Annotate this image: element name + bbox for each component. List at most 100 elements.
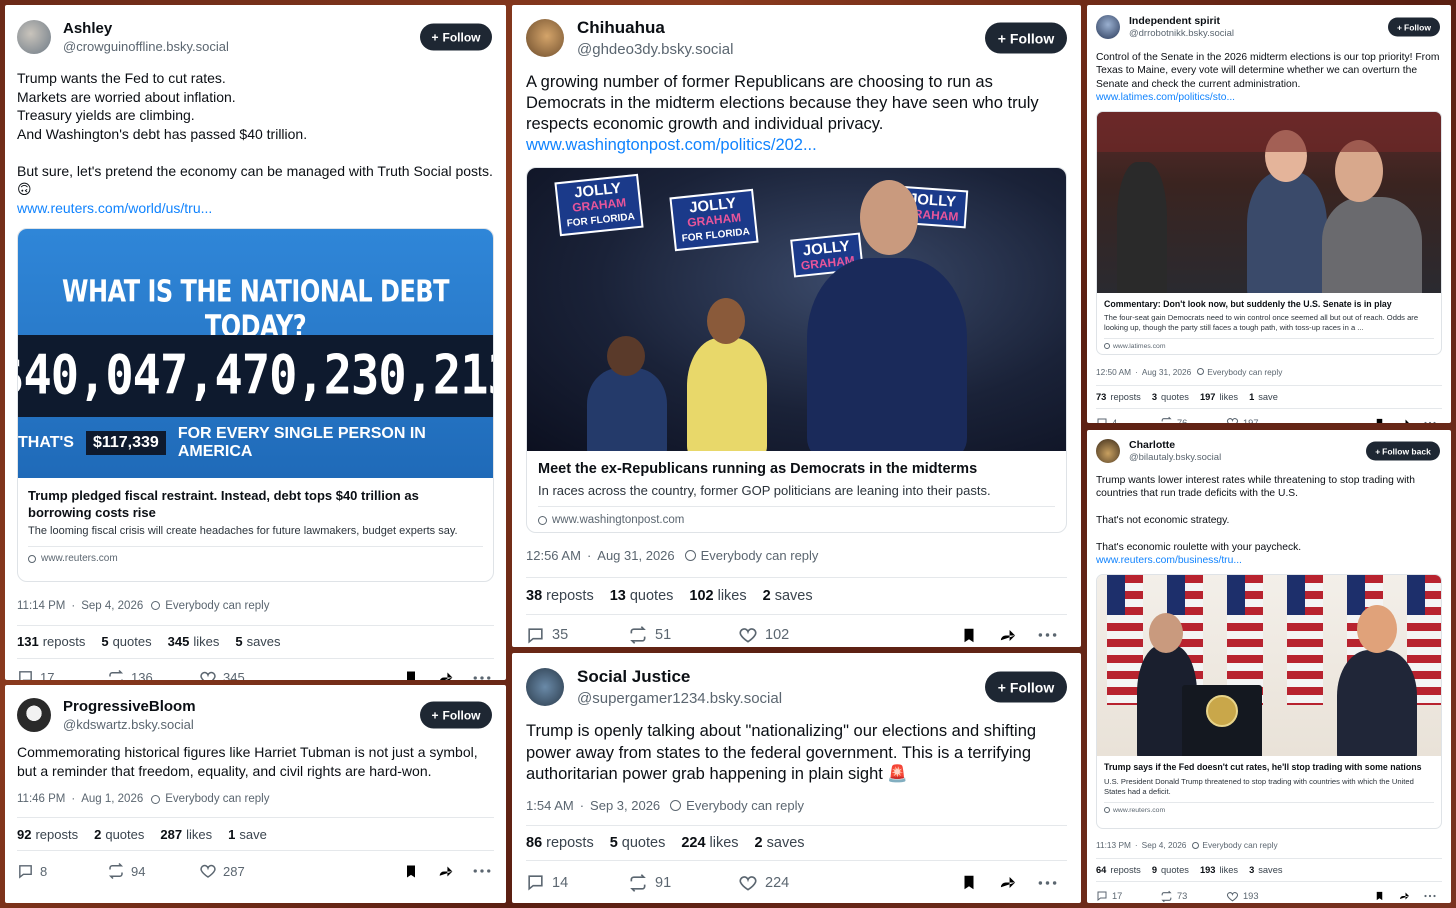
bookmark-icon[interactable]	[1374, 417, 1385, 423]
avatar[interactable]	[526, 668, 564, 706]
like-count[interactable]: 224 likes	[681, 835, 738, 851]
follow-button[interactable]: + Follow	[985, 22, 1067, 54]
like-button[interactable]: 224	[738, 873, 789, 893]
post-time[interactable]: 12:50 AM	[1096, 367, 1131, 377]
quote-count[interactable]: 13 quotes	[610, 588, 674, 604]
post-date[interactable]: Aug 31, 2026	[1142, 367, 1191, 377]
share-icon[interactable]	[998, 873, 1018, 892]
save-count[interactable]: 1 save	[228, 827, 267, 842]
repost-button[interactable]: 76	[1160, 416, 1226, 423]
bookmark-icon[interactable]	[403, 669, 419, 680]
avatar[interactable]	[17, 698, 51, 732]
quote-count[interactable]: 5 quotes	[610, 835, 666, 851]
display-name[interactable]: Chihuahua	[577, 18, 733, 38]
more-icon[interactable]	[473, 675, 491, 681]
share-icon[interactable]	[1398, 417, 1411, 423]
post-time[interactable]: 1:54 AM	[526, 798, 574, 813]
post-link[interactable]: www.reuters.com/business/tru...	[1096, 554, 1442, 567]
follow-button[interactable]: + Follow	[985, 671, 1067, 703]
repost-count[interactable]: 86 reposts	[526, 835, 594, 851]
avatar[interactable]	[1096, 439, 1120, 463]
reply-button[interactable]: 14	[526, 873, 628, 892]
repost-count[interactable]: 92 reposts	[17, 827, 78, 842]
handle[interactable]: @crowguinoffline.bsky.social	[63, 39, 229, 54]
bookmark-icon[interactable]	[960, 873, 978, 892]
repost-count[interactable]: 64 reposts	[1096, 865, 1141, 875]
quote-count[interactable]: 9 quotes	[1152, 865, 1189, 875]
more-icon[interactable]	[1038, 880, 1057, 886]
more-icon[interactable]	[1424, 894, 1436, 898]
link-card[interactable]: WHAT IS THE NATIONAL DEBT TODAY? $40,047…	[17, 227, 494, 582]
post-date[interactable]: Sep 3, 2026	[590, 798, 660, 813]
post-card-ashley[interactable]: Ashley @crowguinoffline.bsky.social + Fol…	[5, 5, 506, 680]
bookmark-icon[interactable]	[403, 863, 419, 880]
follow-back-button[interactable]: + Follow back	[1366, 441, 1440, 461]
display-name[interactable]: Social Justice	[577, 667, 782, 687]
share-icon[interactable]	[1398, 890, 1411, 902]
share-icon[interactable]	[437, 669, 455, 680]
reply-button[interactable]: 35	[526, 626, 628, 645]
post-card-socialjustice[interactable]: Social Justice @supergamer1234.bsky.soci…	[512, 653, 1081, 903]
handle[interactable]: @supergamer1234.bsky.social	[577, 690, 782, 707]
repost-count[interactable]: 131 reposts	[17, 634, 85, 649]
reply-button[interactable]: 4	[1096, 417, 1160, 423]
post-time[interactable]: 11:13 PM	[1096, 840, 1131, 850]
display-name[interactable]: Independent spirit	[1129, 15, 1234, 27]
link-card[interactable]: JOLLY GRAHAM FOR FLORIDA JOLLY GRAHAM FOR FL…	[526, 167, 1067, 533]
handle[interactable]: @drrobotnikk.bsky.social	[1129, 28, 1234, 39]
reply-button[interactable]: 17	[17, 669, 107, 680]
share-icon[interactable]	[998, 626, 1018, 645]
post-date[interactable]: Sep 4, 2026	[81, 600, 143, 612]
quote-count[interactable]: 5 quotes	[101, 634, 151, 649]
more-icon[interactable]	[1424, 421, 1436, 423]
like-count[interactable]: 197 likes	[1200, 392, 1238, 402]
post-card-chihuahua[interactable]: Chihuahua @ghdeo3dy.bsky.social + Follow …	[512, 5, 1081, 647]
avatar[interactable]	[526, 19, 564, 57]
quote-count[interactable]: 2 quotes	[94, 827, 144, 842]
save-count[interactable]: 3 saves	[1249, 865, 1282, 875]
like-button[interactable]: 345	[199, 669, 245, 680]
post-time[interactable]: 11:14 PM	[17, 600, 65, 612]
like-count[interactable]: 345 likes	[168, 634, 220, 649]
repost-count[interactable]: 38 reposts	[526, 588, 594, 604]
reply-button[interactable]: 8	[17, 863, 107, 880]
follow-button[interactable]: + Follow	[420, 23, 492, 51]
handle[interactable]: @kdswartz.bsky.social	[63, 717, 196, 732]
like-button[interactable]: 102	[738, 625, 789, 645]
display-name[interactable]: Ashley	[63, 20, 229, 37]
bookmark-icon[interactable]	[960, 626, 978, 645]
post-card-progressivebloom[interactable]: ProgressiveBloom @kdswartz.bsky.social +…	[5, 685, 506, 903]
post-date[interactable]: Sep 4, 2026	[1142, 840, 1187, 850]
repost-button[interactable]: 136	[107, 669, 199, 680]
save-count[interactable]: 1 save	[1249, 392, 1278, 402]
reply-button[interactable]: 17	[1096, 890, 1160, 902]
more-icon[interactable]	[1038, 632, 1057, 638]
display-name[interactable]: ProgressiveBloom	[63, 698, 196, 715]
repost-button[interactable]: 94	[107, 862, 199, 880]
like-button[interactable]: 197	[1226, 416, 1259, 423]
like-button[interactable]: 193	[1226, 890, 1259, 903]
share-icon[interactable]	[437, 863, 455, 880]
follow-button[interactable]: + Follow	[420, 701, 492, 729]
post-link[interactable]: www.washingtonpost.com/politics/202...	[526, 135, 1067, 156]
repost-button[interactable]: 51	[628, 625, 738, 645]
post-link[interactable]: www.latimes.com/politics/sto...	[1096, 91, 1442, 104]
like-count[interactable]: 287 likes	[160, 827, 212, 842]
quote-count[interactable]: 3 quotes	[1152, 392, 1189, 402]
display-name[interactable]: Charlotte	[1129, 439, 1221, 451]
handle[interactable]: @bilautaly.bsky.social	[1129, 452, 1221, 463]
avatar[interactable]	[1096, 15, 1120, 39]
follow-button[interactable]: + Follow	[1388, 17, 1440, 37]
link-card[interactable]: Trump says if the Fed doesn't cut rates,…	[1096, 574, 1442, 830]
like-count[interactable]: 102 likes	[689, 588, 746, 604]
handle[interactable]: @ghdeo3dy.bsky.social	[577, 41, 733, 58]
bookmark-icon[interactable]	[1374, 890, 1385, 902]
more-icon[interactable]	[473, 868, 491, 874]
repost-button[interactable]: 91	[628, 873, 738, 893]
save-count[interactable]: 2 saves	[755, 835, 805, 851]
repost-count[interactable]: 73 reposts	[1096, 392, 1141, 402]
like-button[interactable]: 287	[199, 862, 245, 880]
post-card-charlotte[interactable]: Charlotte @bilautaly.bsky.social + Follow…	[1087, 430, 1451, 903]
save-count[interactable]: 2 saves	[763, 588, 813, 604]
post-time[interactable]: 12:56 AM	[526, 548, 581, 563]
